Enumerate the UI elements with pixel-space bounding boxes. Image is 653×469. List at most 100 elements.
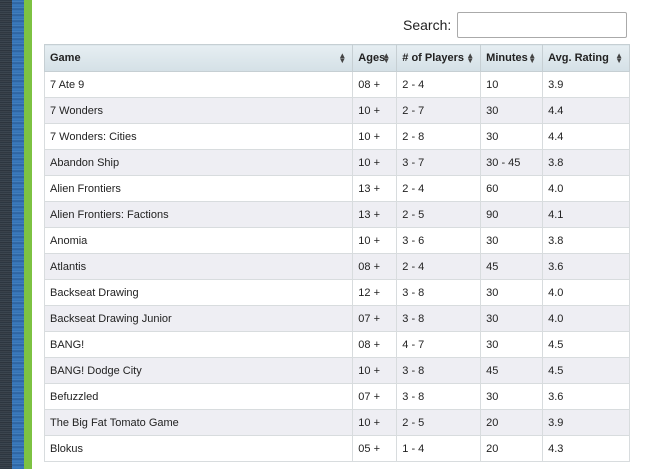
sort-icon: ▲ ▼ bbox=[338, 51, 347, 65]
cell-rating: 4.0 bbox=[542, 279, 630, 306]
cell-game: Befuzzled bbox=[43, 383, 354, 410]
table-row[interactable]: Alien Frontiers 13 +2 - 4 60 4.0 bbox=[43, 175, 630, 202]
table-row[interactable]: Blokus 05 +1 - 4 20 4.3 bbox=[43, 435, 630, 462]
cell-minutes: 30 bbox=[480, 123, 544, 150]
cell-ages: 10 + bbox=[352, 227, 398, 254]
column-header-game[interactable]: Game ▲ ▼ bbox=[43, 44, 354, 72]
table-row[interactable]: Anomia 10 +3 - 6 30 3.8 bbox=[43, 227, 630, 254]
column-header-label: Minutes bbox=[486, 52, 528, 64]
cell-ages: 13 + bbox=[352, 175, 398, 202]
cell-minutes: 30 bbox=[480, 331, 544, 358]
cell-minutes: 30 - 45 bbox=[480, 149, 544, 176]
cell-minutes: 45 bbox=[480, 253, 544, 280]
column-header-rating[interactable]: Avg. Rating ▲ ▼ bbox=[542, 44, 630, 72]
cell-game: Alien Frontiers bbox=[43, 175, 354, 202]
cell-rating: 3.9 bbox=[542, 409, 630, 436]
search-area: Search: bbox=[403, 12, 628, 38]
cell-minutes: 45 bbox=[480, 357, 544, 384]
table-header-row: Game ▲ ▼ Ages ▲ ▼ # of Players ▲ ▼ Minutes … bbox=[43, 44, 630, 72]
cell-ages: 10 + bbox=[352, 97, 398, 124]
table-row[interactable]: 7 Wonders 10 +2 - 7 30 4.4 bbox=[43, 97, 630, 124]
table-row[interactable]: 7 Ate 9 08 +2 - 4 10 3.9 bbox=[43, 71, 630, 98]
cell-ages: 10 + bbox=[352, 149, 398, 176]
games-table: Game ▲ ▼ Ages ▲ ▼ # of Players ▲ ▼ Minutes … bbox=[43, 44, 630, 462]
cell-players: 2 - 4 bbox=[396, 253, 482, 280]
cell-players: 3 - 8 bbox=[396, 305, 482, 332]
cell-game: 7 Wonders bbox=[43, 97, 354, 124]
table-row[interactable]: The Big Fat Tomato Game 10 +2 - 5 20 3.9 bbox=[43, 409, 630, 436]
cell-rating: 4.0 bbox=[542, 305, 630, 332]
cell-rating: 4.3 bbox=[542, 435, 630, 462]
table-row[interactable]: Befuzzled 07 +3 - 8 30 3.6 bbox=[43, 383, 630, 410]
sort-icon: ▲ ▼ bbox=[466, 51, 475, 65]
cell-players: 4 - 7 bbox=[396, 331, 482, 358]
cell-players: 2 - 8 bbox=[396, 123, 482, 150]
table-row[interactable]: Backseat Drawing Junior 07 +3 - 8 30 4.0 bbox=[43, 305, 630, 332]
cell-game: Abandon Ship bbox=[43, 149, 354, 176]
cell-players: 2 - 4 bbox=[396, 71, 482, 98]
search-input[interactable] bbox=[457, 12, 628, 38]
column-header-label: Game bbox=[50, 52, 81, 64]
column-header-label: Avg. Rating bbox=[548, 52, 609, 64]
cell-minutes: 90 bbox=[480, 201, 544, 228]
cell-minutes: 30 bbox=[480, 97, 544, 124]
cell-players: 3 - 8 bbox=[396, 357, 482, 384]
cell-minutes: 30 bbox=[480, 279, 544, 306]
cell-rating: 4.5 bbox=[542, 331, 630, 358]
cell-minutes: 20 bbox=[480, 409, 544, 436]
cell-players: 2 - 7 bbox=[396, 97, 482, 124]
cell-game: Backseat Drawing bbox=[43, 279, 354, 306]
cell-players: 3 - 7 bbox=[396, 149, 482, 176]
cell-ages: 10 + bbox=[352, 123, 398, 150]
cell-game: The Big Fat Tomato Game bbox=[43, 409, 354, 436]
table-row[interactable]: Backseat Drawing 12 +3 - 8 30 4.0 bbox=[43, 279, 630, 306]
cell-ages: 13 + bbox=[352, 201, 398, 228]
cell-ages: 07 + bbox=[352, 383, 398, 410]
cell-minutes: 30 bbox=[480, 383, 544, 410]
cell-ages: 07 + bbox=[352, 305, 398, 332]
cell-ages: 08 + bbox=[352, 71, 398, 98]
cell-minutes: 60 bbox=[480, 175, 544, 202]
cell-rating: 4.0 bbox=[542, 175, 630, 202]
table-row[interactable]: BANG! Dodge City 10 +3 - 8 45 4.5 bbox=[43, 357, 630, 384]
column-header-ages[interactable]: Ages ▲ ▼ bbox=[352, 44, 398, 72]
cell-game: Anomia bbox=[43, 227, 354, 254]
cell-rating: 3.8 bbox=[542, 149, 630, 176]
cell-game: Alien Frontiers: Factions bbox=[43, 201, 354, 228]
cell-minutes: 30 bbox=[480, 227, 544, 254]
cell-minutes: 10 bbox=[480, 71, 544, 98]
cell-game: Backseat Drawing Junior bbox=[43, 305, 354, 332]
cell-rating: 4.4 bbox=[542, 123, 630, 150]
column-header-label: Ages bbox=[358, 52, 386, 64]
table-row[interactable]: Abandon Ship 10 +3 - 7 30 - 45 3.8 bbox=[43, 149, 630, 176]
sort-icon: ▲ ▼ bbox=[528, 51, 537, 65]
cell-players: 3 - 6 bbox=[396, 227, 482, 254]
table-body: 7 Ate 9 08 +2 - 4 10 3.9 7 Wonders 10 +2 - 73… bbox=[43, 71, 630, 462]
table-row[interactable]: Atlantis 08 +2 - 4 45 3.6 bbox=[43, 253, 630, 280]
cell-game: 7 Ate 9 bbox=[43, 71, 354, 98]
green-sidebar-bar bbox=[24, 0, 32, 469]
table-row[interactable]: Alien Frontiers: Factions 13 +2 - 5 90 4.1 bbox=[43, 201, 630, 228]
cell-ages: 08 + bbox=[352, 331, 398, 358]
cell-rating: 3.8 bbox=[542, 227, 630, 254]
cell-game: BANG! Dodge City bbox=[43, 357, 354, 384]
table-row[interactable]: 7 Wonders: Cities 10 +2 - 8 30 4.4 bbox=[43, 123, 630, 150]
table-row[interactable]: BANG! 08 +4 - 7 30 4.5 bbox=[43, 331, 630, 358]
background-edge bbox=[0, 0, 24, 469]
cell-players: 3 - 8 bbox=[396, 383, 482, 410]
cell-game: 7 Wonders: Cities bbox=[43, 123, 354, 150]
column-header-minutes[interactable]: Minutes ▲ ▼ bbox=[480, 44, 544, 72]
cell-players: 3 - 8 bbox=[396, 279, 482, 306]
search-label: Search: bbox=[403, 17, 452, 33]
cell-minutes: 20 bbox=[480, 435, 544, 462]
cell-ages: 12 + bbox=[352, 279, 398, 306]
cell-minutes: 30 bbox=[480, 305, 544, 332]
cell-ages: 10 + bbox=[352, 357, 398, 384]
cell-rating: 3.6 bbox=[542, 383, 630, 410]
cell-rating: 4.1 bbox=[542, 201, 630, 228]
cell-rating: 3.6 bbox=[542, 253, 630, 280]
cell-rating: 4.5 bbox=[542, 357, 630, 384]
column-header-players[interactable]: # of Players ▲ ▼ bbox=[396, 44, 482, 72]
cell-players: 2 - 4 bbox=[396, 175, 482, 202]
cell-game: Atlantis bbox=[43, 253, 354, 280]
